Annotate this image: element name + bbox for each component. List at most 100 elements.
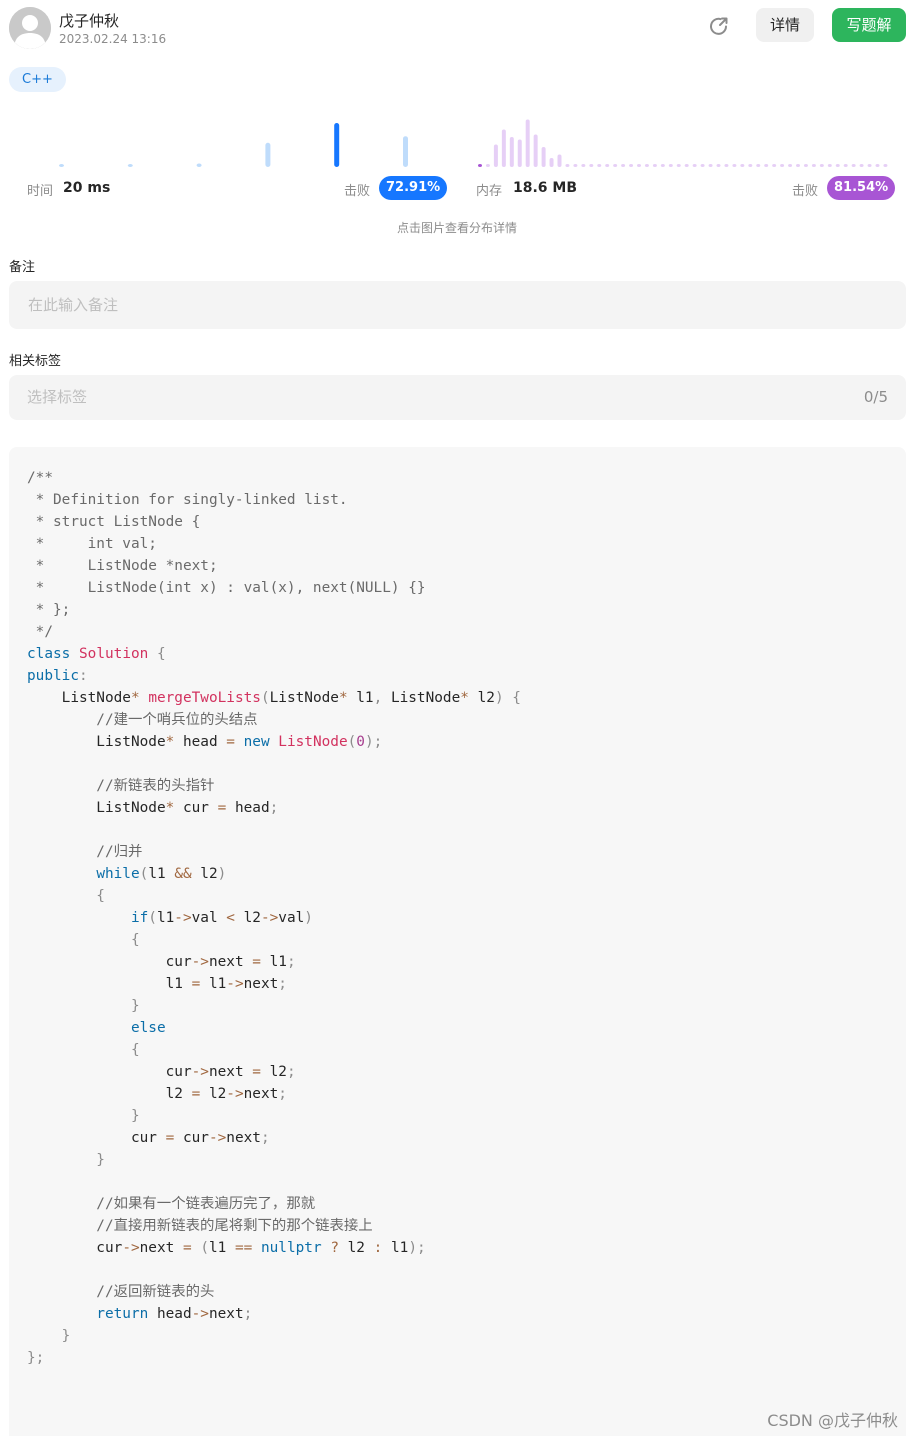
memory-bars-bar [716,164,721,167]
runtime-label: 时间 [27,184,54,199]
code-token: cur [27,1130,166,1146]
code-token: l1 [27,976,192,992]
memory-bars-bar [819,164,824,167]
code-token: ( [139,866,149,882]
code-line: */ [27,621,521,643]
code-token: : [373,1240,383,1256]
code-line: class Solution { [27,643,521,665]
memory-bars-bar [478,164,482,167]
runtime-bars-bar [127,164,133,167]
code-token: : [78,668,88,684]
tag-select[interactable]: 选择标签 0/5 [9,375,906,420]
code-line: public: [27,665,521,687]
submission-timestamp: 2023.02.24 13:16 [59,32,167,46]
memory-bars-bar [875,164,880,167]
code-line: } [27,1149,521,1171]
memory-bars-bar [748,164,753,167]
code-token: == [234,1240,253,1256]
code-token: /** [27,470,53,486]
detail-button[interactable]: 详情 [756,8,814,42]
code-token: * [165,800,175,816]
runtime-bars-bar [196,163,202,167]
runtime-distribution [59,123,408,167]
memory-bars-bar [565,164,570,167]
memory-bars-bar [533,134,538,167]
code-token: = [191,976,201,992]
runtime-bars-bar [265,142,271,167]
code-line: ListNode* mergeTwoLists(ListNode* l1, Li… [27,687,521,709]
memory-distribution [478,119,888,167]
code-token: = [252,954,261,970]
watermark: CSDN @戊子仲秋 [767,1411,898,1430]
code-token: l1 [260,954,287,970]
memory-beat-badge: 81.54% [827,176,896,200]
code-line: //返回新链表的头 [27,1281,521,1303]
code-token: l2 [260,1064,287,1080]
code-token: //建一个哨兵位的头结点 [27,712,258,728]
code-token: ; [269,800,279,816]
code-token: ) [304,910,313,926]
language-tag: C++ [9,67,66,92]
code-line: ListNode* head = new ListNode(0); [27,731,521,753]
code-token: l1 [156,910,175,926]
code-token: < [226,910,235,926]
memory-bars-bar [772,164,777,167]
code-token: -> [174,910,192,926]
memory-bars-bar [867,164,872,167]
code-token: class [27,646,71,662]
memory-bars-bar [485,164,490,167]
code-token: public [27,668,79,684]
note-input[interactable]: 在此输入备注 [9,281,906,329]
memory-bars-bar [803,164,808,167]
write-solution-button[interactable]: 写题解 [832,8,906,42]
memory-bars-bar [557,154,562,167]
memory-bars-bar [843,164,848,167]
runtime-beat-badge: 72.91% [379,176,448,200]
memory-bars-bar [756,164,761,167]
code-token: -> [191,1064,209,1080]
memory-bars-bar [811,164,816,167]
code-line: * }; [27,599,521,621]
code-token: ); [408,1240,426,1256]
memory-bars-bar [851,164,856,167]
runtime-bars-bar [403,136,408,167]
memory-bars-bar [581,164,586,167]
user-silhouette-icon [9,7,51,49]
code-token: * [165,734,175,750]
code-line: //如果有一个链表遍历完了，那就 [27,1193,521,1215]
username[interactable]: 戊子仲秋 [59,10,119,31]
code-line: * ListNode *next; [27,555,521,577]
memory-bars-bar [883,164,888,167]
distribution-chart[interactable] [0,100,914,172]
memory-bars-bar [652,164,657,167]
memory-bars-bar [597,164,602,167]
code-token: = [252,1064,261,1080]
code-token: l2 [234,910,261,926]
code-token: cur [174,800,218,816]
code-token: nullptr [260,1240,322,1256]
code-token: l1 [148,866,175,882]
code-line: cur->next = l2; [27,1061,521,1083]
code-block[interactable]: /** * Definition for singly-linked list.… [9,447,906,1436]
memory-bars-bar [573,164,578,167]
code-token: new [243,734,270,750]
code-token: */ [27,624,53,640]
code-token: { [512,690,521,706]
share-icon[interactable] [707,14,731,38]
code-line: * Definition for singly-linked list. [27,489,521,511]
code-token: ListNode [27,800,166,816]
code-token: l2 [468,690,495,706]
code-token: ListNode [27,690,131,706]
code-token: * ListNode *next; [27,558,218,574]
avatar[interactable] [9,7,51,49]
code-token: //新链表的头指针 [27,778,215,794]
code-token: } [27,1108,140,1124]
distribution-hint: 点击图片查看分布详情 [396,221,517,235]
